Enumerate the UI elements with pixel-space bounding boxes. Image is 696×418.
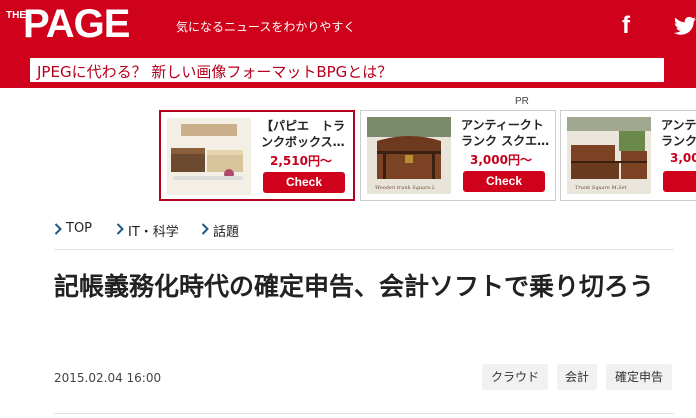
logo-page-text: PAGE xyxy=(23,2,130,46)
divider xyxy=(54,413,674,414)
tag-accounting[interactable]: 会計 xyxy=(557,364,597,390)
ad-title: アンティークト ランク スクエ… xyxy=(461,117,553,149)
ad-check-button[interactable]: Check xyxy=(463,171,545,192)
ad-price: 3,00 xyxy=(670,151,696,165)
ad-price: 2,510円〜 xyxy=(270,154,332,168)
ad-title-line: 【パピエ トラ xyxy=(261,119,346,133)
ad-title-line: アンテ xyxy=(661,118,696,132)
logo-the-text: THE xyxy=(6,10,26,21)
ad-item[interactable]: Wooden trunk Square.L アンティークト ランク スクエ… 3… xyxy=(360,110,556,201)
ad-check-button[interactable]: Ch xyxy=(663,171,696,192)
site-tagline: 気になるニュースをわかりやすく xyxy=(176,20,356,34)
article-date: 2015.02.04 16:00 xyxy=(54,371,162,385)
ad-title-line: アンティークト xyxy=(461,118,544,132)
ticker-headline-link[interactable]: JPEGに代わる？ 新しい画像フォーマットBPGとは？ xyxy=(37,61,392,82)
ad-title-line: ランク xyxy=(661,134,696,148)
ad-title: 【パピエ トラ ンクボックス… xyxy=(261,118,353,150)
site-header: THE PAGE 気になるニュースをわかりやすく f JPEGに代わる？ 新しい… xyxy=(0,0,696,88)
ad-product-image xyxy=(167,118,251,195)
facebook-icon[interactable]: f xyxy=(622,12,630,40)
tag-cloud[interactable]: クラウド xyxy=(482,364,548,390)
ad-title-line: ンクボックス… xyxy=(261,135,345,149)
ad-title: アンテ ランク xyxy=(661,117,696,149)
chevron-right-icon xyxy=(116,223,124,235)
ad-product-image: Wooden trunk Square.L xyxy=(367,117,451,194)
ad-price: 3,000円〜 xyxy=(470,153,532,167)
ad-carousel: 【パピエ トラ ンクボックス… 2,510円〜 Check Wooden tru… xyxy=(159,110,696,201)
headline-ticker[interactable]: JPEGに代わる？ 新しい画像フォーマットBPGとは？ xyxy=(30,58,664,82)
divider xyxy=(54,249,674,250)
ad-item[interactable]: Trunk Square M.Set アンテ ランク 3,00 Ch xyxy=(560,110,696,201)
breadcrumb-label[interactable]: TOP xyxy=(66,221,92,236)
ad-image-caption: Wooden trunk Square.L xyxy=(375,185,436,191)
ad-item[interactable]: 【パピエ トラ ンクボックス… 2,510円〜 Check xyxy=(159,110,355,201)
chevron-right-icon xyxy=(201,223,209,235)
ad-check-button[interactable]: Check xyxy=(263,172,345,193)
breadcrumb-label[interactable]: IT・科学 xyxy=(128,221,179,240)
twitter-icon[interactable] xyxy=(674,16,696,36)
ad-image-caption: Trunk Square M.Set xyxy=(575,185,628,191)
breadcrumb-label[interactable]: 話題 xyxy=(213,221,239,240)
tag-tax-return[interactable]: 確定申告 xyxy=(606,364,672,390)
ad-title-line: ランク スクエ… xyxy=(461,134,550,148)
ad-product-image: Trunk Square M.Set xyxy=(567,117,651,194)
article-title: 記帳義務化時代の確定申告、会計ソフトで乗り切ろう xyxy=(54,272,655,301)
pr-label: PR xyxy=(515,96,529,107)
chevron-right-icon xyxy=(54,223,62,235)
